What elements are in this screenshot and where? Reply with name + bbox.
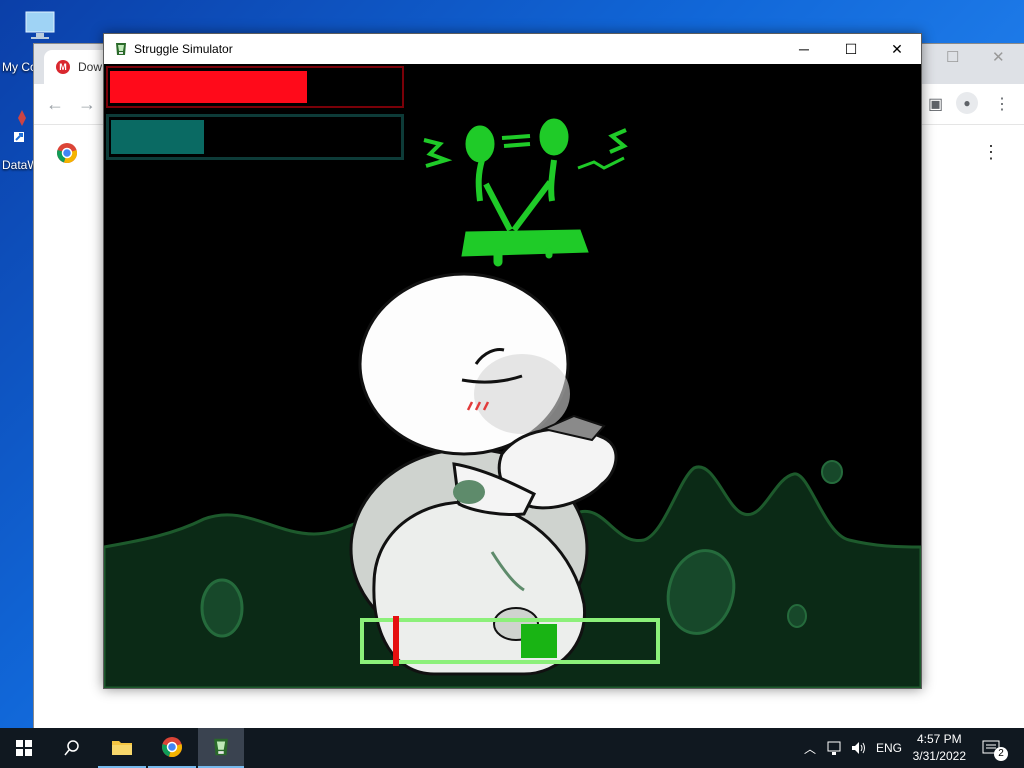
notification-count-badge: 2: [994, 747, 1008, 761]
stamina-bar-fill: [111, 120, 204, 154]
struggle-target-zone: [521, 624, 558, 658]
desktop-icon-computer[interactable]: My Co: [0, 8, 55, 74]
page-menu-icon[interactable]: ⋮: [982, 142, 1000, 163]
health-bar: [106, 66, 404, 108]
struggle-meter[interactable]: [360, 616, 660, 666]
taskbar-chrome[interactable]: [148, 728, 196, 768]
stamina-bar: [106, 114, 404, 160]
health-bar-fill: [110, 71, 308, 103]
desktop-icon-label: My Co: [2, 60, 37, 74]
clock[interactable]: 4:57 PM 3/31/2022: [913, 731, 966, 765]
struggle-marker: [393, 616, 400, 666]
search-icon: [64, 740, 79, 756]
reading-mode-icon[interactable]: ▣: [928, 94, 943, 114]
browser-close-button[interactable]: ✕: [992, 48, 1005, 66]
taskbar: ︿ ENG 4:57 PM 3/31/2022 2: [0, 728, 1024, 768]
notification-center-button[interactable]: 2: [982, 728, 1016, 768]
start-button[interactable]: [0, 728, 48, 768]
forward-arrow-icon[interactable]: →: [78, 94, 96, 115]
close-button[interactable]: ✕: [874, 34, 920, 64]
clock-date: 3/31/2022: [912, 749, 966, 763]
browser-menu-icon[interactable]: ⋮: [994, 94, 1010, 114]
struggle-simulator-icon: [113, 41, 129, 57]
volume-icon[interactable]: [850, 728, 868, 768]
chrome-icon: [162, 737, 182, 757]
chrome-icon[interactable]: [56, 142, 78, 169]
taskbar-file-explorer[interactable]: [98, 728, 146, 768]
browser-maximize-button[interactable]: ☐: [946, 48, 959, 66]
language-indicator[interactable]: ENG: [876, 728, 902, 768]
game-canvas[interactable]: [104, 64, 921, 688]
profile-icon[interactable]: ●: [956, 92, 978, 114]
file-explorer-icon: [112, 741, 132, 755]
game-titlebar: Struggle Simulator ─ ☐ ✕: [104, 34, 921, 64]
show-hidden-icons-button[interactable]: ︿: [804, 728, 816, 768]
minimize-button[interactable]: ─: [781, 34, 827, 64]
windows-icon: [16, 740, 32, 756]
back-arrow-icon[interactable]: ←: [46, 94, 64, 115]
window-title: Struggle Simulator: [134, 42, 233, 56]
taskbar-struggle-simulator[interactable]: [198, 728, 244, 768]
mega-icon: M: [56, 60, 70, 74]
chevron-up-icon: ︿: [804, 741, 817, 756]
computer-icon: [22, 8, 55, 47]
clock-time: 4:57 PM: [916, 732, 962, 746]
maximize-button[interactable]: ☐: [828, 34, 874, 64]
browser-tab-title: Dow: [78, 60, 103, 74]
game-window[interactable]: Struggle Simulator ─ ☐ ✕: [103, 33, 922, 689]
struggle-simulator-icon: [214, 738, 228, 756]
search-button[interactable]: [48, 728, 96, 768]
network-icon[interactable]: [826, 728, 844, 768]
